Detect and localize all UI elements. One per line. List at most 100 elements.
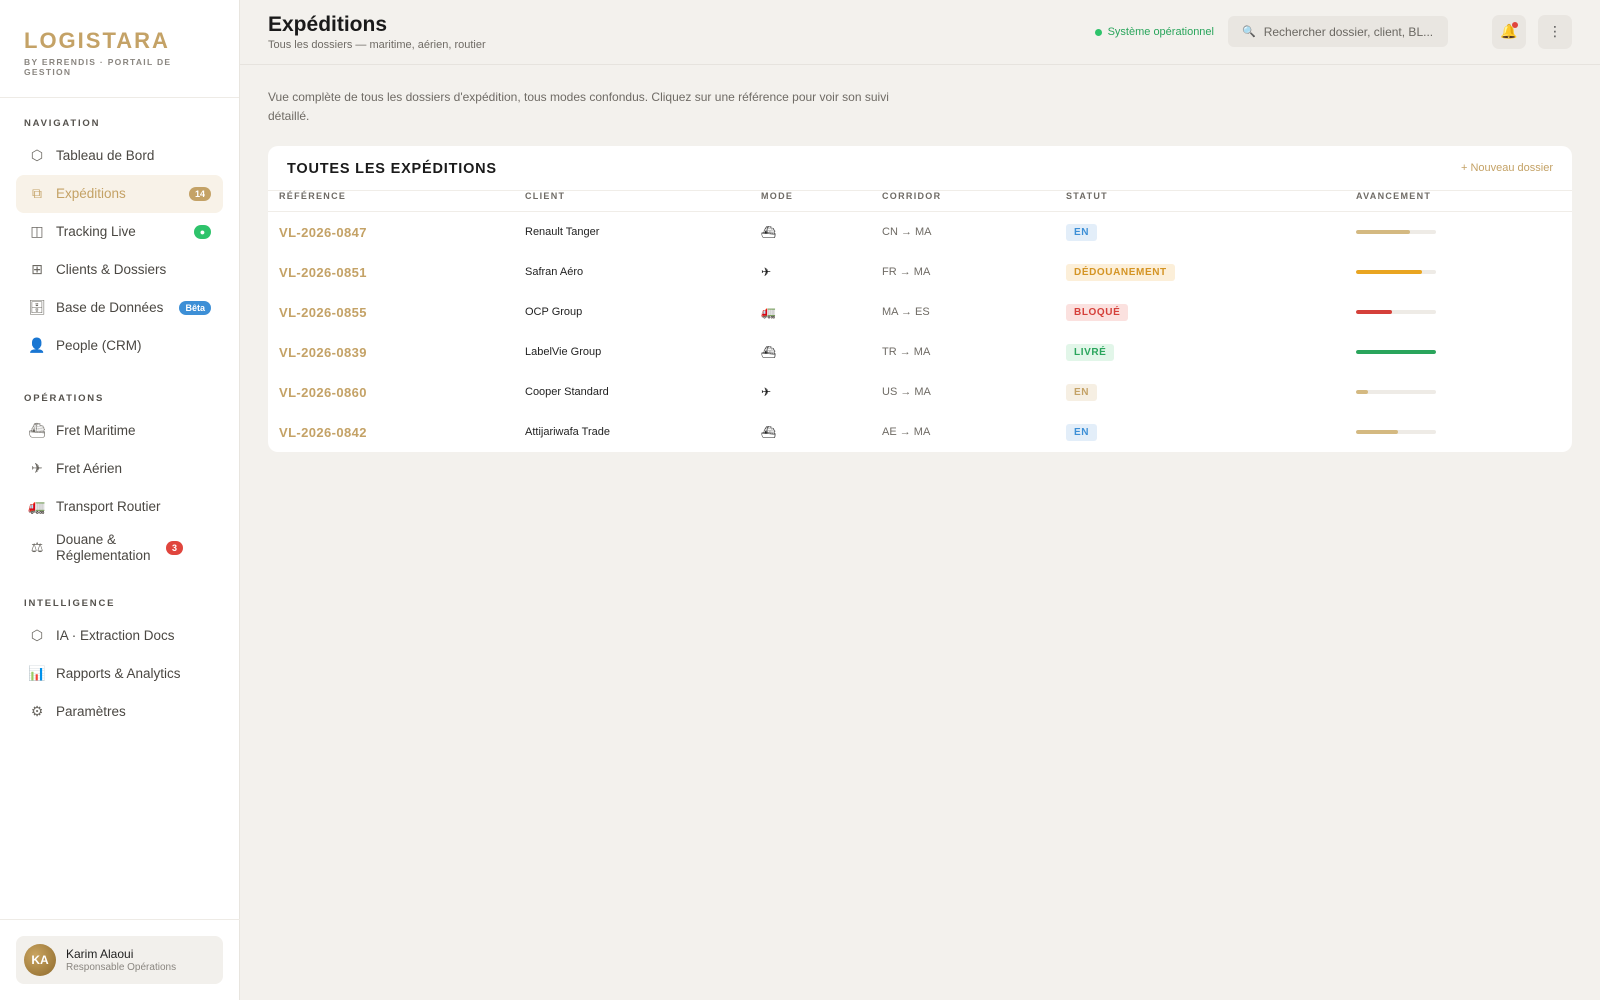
sidebar-item-label: Clients & Dossiers [56,262,167,278]
plane-icon: ✈ [761,385,772,399]
table-cell: LabelVie Group [525,332,601,372]
sidebar-item-parametres[interactable]: ⚙ Paramètres [16,693,223,731]
brand-subtitle: BY ERRENDIS · PORTAIL DE GESTION [24,57,172,77]
sidebar-item-people-crm[interactable]: 👤 People (CRM) [16,327,223,365]
scales-icon: ⚖ [30,540,44,556]
sidebar-item-fret-maritime[interactable]: ⛴ Fret Maritime [16,412,223,450]
table-title: TOUTES LES EXPÉDITIONS [287,161,497,177]
table-cell: LIVRÉ [1066,332,1115,372]
sidebar-item-rapports-analytics[interactable]: 📊 Rapports & Analytics [16,655,223,693]
reference-link[interactable]: VL-2026-0851 [279,265,367,280]
corridor: MA → ES [882,306,930,318]
table-row[interactable]: VL-2026-0839 LabelVie Group ⛴ TR → MA LIVRÉ [268,332,1572,372]
reference-link[interactable]: VL-2026-0842 [279,425,367,440]
divider [0,919,240,920]
col-client[interactable]: CLIENT [525,191,565,201]
bar-chart-icon: 📊 [28,666,46,682]
table-cell: US → MA [882,372,931,412]
table-cell: Safran Aéro [525,252,583,292]
table-cell: TR → MA [882,332,930,372]
sidebar-item-ia-extraction-docs[interactable]: ⬡ IA · Extraction Docs [16,617,223,655]
col-corridor[interactable]: CORRIDOR [882,191,941,201]
ship-icon: ⛴ [761,225,777,239]
nav-section-title: NAVIGATION [24,118,101,129]
table-cell: EN [1066,372,1098,412]
progress-fill [1356,390,1368,394]
reference-link[interactable]: VL-2026-0839 [279,345,367,360]
reference-link[interactable]: VL-2026-0847 [279,225,367,240]
sidebar-item-clients-dossiers[interactable]: ⊞ Clients & Dossiers [16,251,223,289]
more-menu-button[interactable]: ⋮ [1538,15,1572,49]
table-cell: EN [1066,412,1098,452]
notifications-button[interactable]: 🔔 [1492,15,1526,49]
sidebar-item-douane-reglementation[interactable]: ⚖ Douane & Réglementation 3 [16,526,223,570]
user-card[interactable]: KA Karim Alaoui Responsable Opérations [16,936,223,984]
system-status-label: Système opérationnel [1107,26,1214,38]
progress-bar [1356,390,1436,394]
table-cell: VL-2026-0847 [279,212,367,252]
status-badge: EN [1066,423,1098,441]
sidebar-item-label: Transport Routier [56,499,161,515]
col-reference[interactable]: RÉFÉRENCE [279,191,346,201]
progress-bar [1356,270,1436,274]
table-header: RÉFÉRENCE CLIENT MODE CORRIDOR STATUT AV… [268,190,1572,212]
table-cell: FR → MA [882,252,930,292]
search-input[interactable] [1263,24,1434,39]
table-row[interactable]: VL-2026-0851 Safran Aéro ✈ FR → MA DÉDOUANEM… [268,252,1572,292]
brand: LOGISTARA BY ERRENDIS · PORTAIL DE GESTI… [0,0,239,98]
sidebar-item-tableau-de-bord[interactable]: ⬡ Tableau de Bord [16,137,223,175]
table-cell: AE → MA [882,412,930,452]
sidebar-item-transport-routier[interactable]: 🚛 Transport Routier [16,488,223,526]
client-name: Safran Aéro [525,266,584,278]
col-statut[interactable]: STATUT [1066,191,1108,201]
top-header: Expéditions Tous les dossiers — maritime… [240,0,1600,65]
sidebar-item-label: Expéditions [56,186,126,202]
search-box[interactable]: 🔍 [1228,16,1448,47]
table-cell: VL-2026-0839 [279,332,367,372]
progress-bar [1356,430,1436,434]
sidebar-item-label: Tableau de Bord [56,148,155,164]
progress-fill [1356,270,1423,274]
col-mode[interactable]: MODE [761,191,793,201]
table-cell: ⛴ [761,212,776,252]
sidebar-item-base-de-donnees[interactable]: 🗄 Base de Données Bêta [16,289,223,327]
avatar[interactable]: KA [24,944,56,976]
table-cell: OCP Group [525,292,582,332]
plane-icon: ✈ [761,265,772,279]
reference-link[interactable]: VL-2026-0855 [279,305,367,320]
nav-section-operations: OPÉRATIONS ⛴ Fret Maritime ✈ Fret Aérien 🚛 Tra… [0,393,239,570]
table-cell: MA → ES [882,292,930,332]
nav-badge: Bêta [179,301,211,315]
table-cell: Cooper Standard [525,372,609,412]
shipments-card: TOUTES LES EXPÉDITIONS + Nouveau dossier… [268,146,1572,452]
sidebar-item-label: Rapports & Analytics [56,666,181,682]
plane-icon: ✈ [31,461,43,477]
col-avancement[interactable]: AVANCEMENT [1356,191,1431,201]
notification-dot [1512,22,1518,28]
progress-fill [1356,430,1399,434]
status-badge: LIVRÉ [1066,343,1115,361]
database-icon: 🗄 [28,300,46,316]
new-dossier-button[interactable]: + Nouveau dossier [1461,162,1553,174]
ship-icon: ⛴ [761,425,777,439]
person-icon: 👤 [28,338,46,354]
table-cell: ⛴ [761,332,776,372]
table-cell [1356,332,1436,372]
table-row[interactable]: VL-2026-0847 Renault Tanger ⛴ CN → MA EN [268,212,1572,252]
sidebar-item-expeditions[interactable]: ⧉ Expéditions 14 [16,175,223,213]
sidebar-item-tracking-live[interactable]: ◫ Tracking Live ● [16,213,223,251]
reference-link[interactable]: VL-2026-0860 [279,385,367,400]
truck-icon: 🚛 [28,499,46,515]
table-row[interactable]: VL-2026-0855 OCP Group 🚛 MA → ES BLOQUÉ [268,292,1572,332]
sidebar-item-fret-aerien[interactable]: ✈ Fret Aérien [16,450,223,488]
table-cell: VL-2026-0855 [279,292,367,332]
table-row[interactable]: VL-2026-0842 Attijariwafa Trade ⛴ AE → MA EN [268,412,1572,452]
table-cell: Renault Tanger [525,212,599,252]
progress-fill [1356,230,1411,234]
table-row[interactable]: VL-2026-0860 Cooper Standard ✈ US → MA EN [268,372,1572,412]
sidebar-nav: NAVIGATION ⬡ Tableau de Bord ⧉ Expéditions 14… [0,118,239,731]
corridor: FR → MA [882,266,931,278]
brand-logo[interactable]: LOGISTARA [24,28,215,54]
more-vertical-icon: ⋮ [1548,24,1562,40]
user-role: Responsable Opérations [66,962,177,973]
